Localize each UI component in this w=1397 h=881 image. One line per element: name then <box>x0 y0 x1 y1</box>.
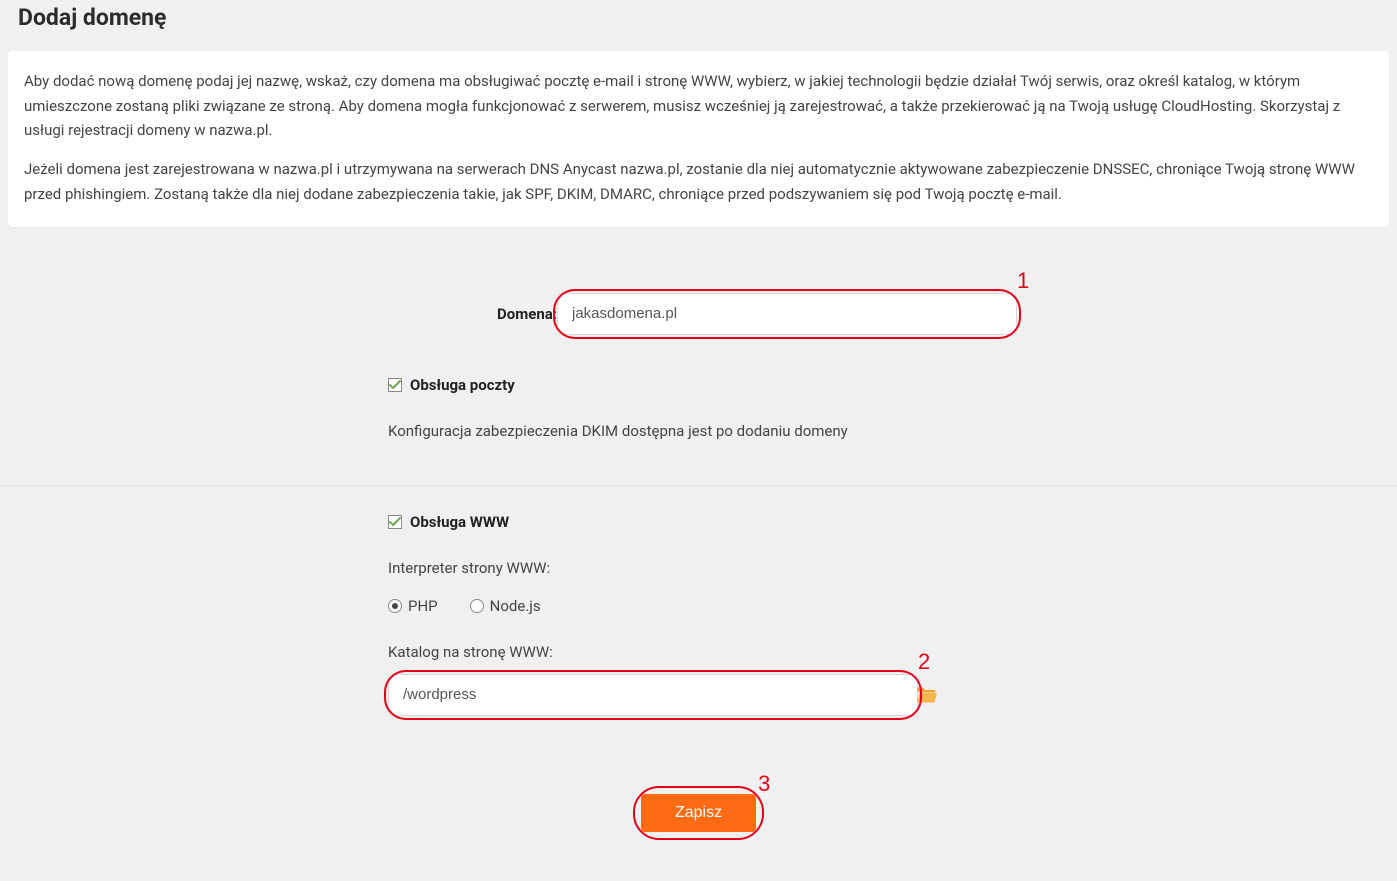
page-title: Dodaj domenę <box>0 0 1397 51</box>
info-paragraph-1: Aby dodać nową domenę podaj jej nazwę, w… <box>24 69 1373 143</box>
interpreter-radio-node[interactable] <box>470 599 484 613</box>
section-divider <box>0 485 1397 486</box>
annotation-number-1: 1 <box>1017 263 1029 298</box>
annotation-number-2: 2 <box>918 644 930 679</box>
save-button[interactable]: Zapisz <box>641 794 756 832</box>
interpreter-label: Interpreter strony WWW: <box>388 556 948 580</box>
www-support-checkbox[interactable] <box>388 515 402 529</box>
directory-input[interactable] <box>388 674 918 716</box>
info-card: Aby dodać nową domenę podaj jej nazwę, w… <box>8 51 1389 227</box>
annotation-number-3: 3 <box>758 766 770 801</box>
www-support-label: Obsługa WWW <box>410 510 509 534</box>
interpreter-option-node-label: Node.js <box>490 594 541 618</box>
mail-support-label: Obsługa poczty <box>410 373 515 397</box>
interpreter-option-php-label: PHP <box>408 594 438 618</box>
domain-label: Domena: <box>0 302 557 326</box>
directory-label: Katalog na stronę WWW: <box>388 640 948 664</box>
folder-open-icon[interactable] <box>916 686 938 704</box>
dkim-note: Konfiguracja zabezpieczenia DKIM dostępn… <box>388 419 928 443</box>
interpreter-radio-php[interactable] <box>388 599 402 613</box>
add-domain-form: Domena: 1 Obsługa poczty Konfiguracja za… <box>0 227 1397 832</box>
mail-support-checkbox[interactable] <box>388 378 402 392</box>
domain-input[interactable] <box>557 293 1017 335</box>
info-paragraph-2: Jeżeli domena jest zarejestrowana w nazw… <box>24 157 1373 207</box>
